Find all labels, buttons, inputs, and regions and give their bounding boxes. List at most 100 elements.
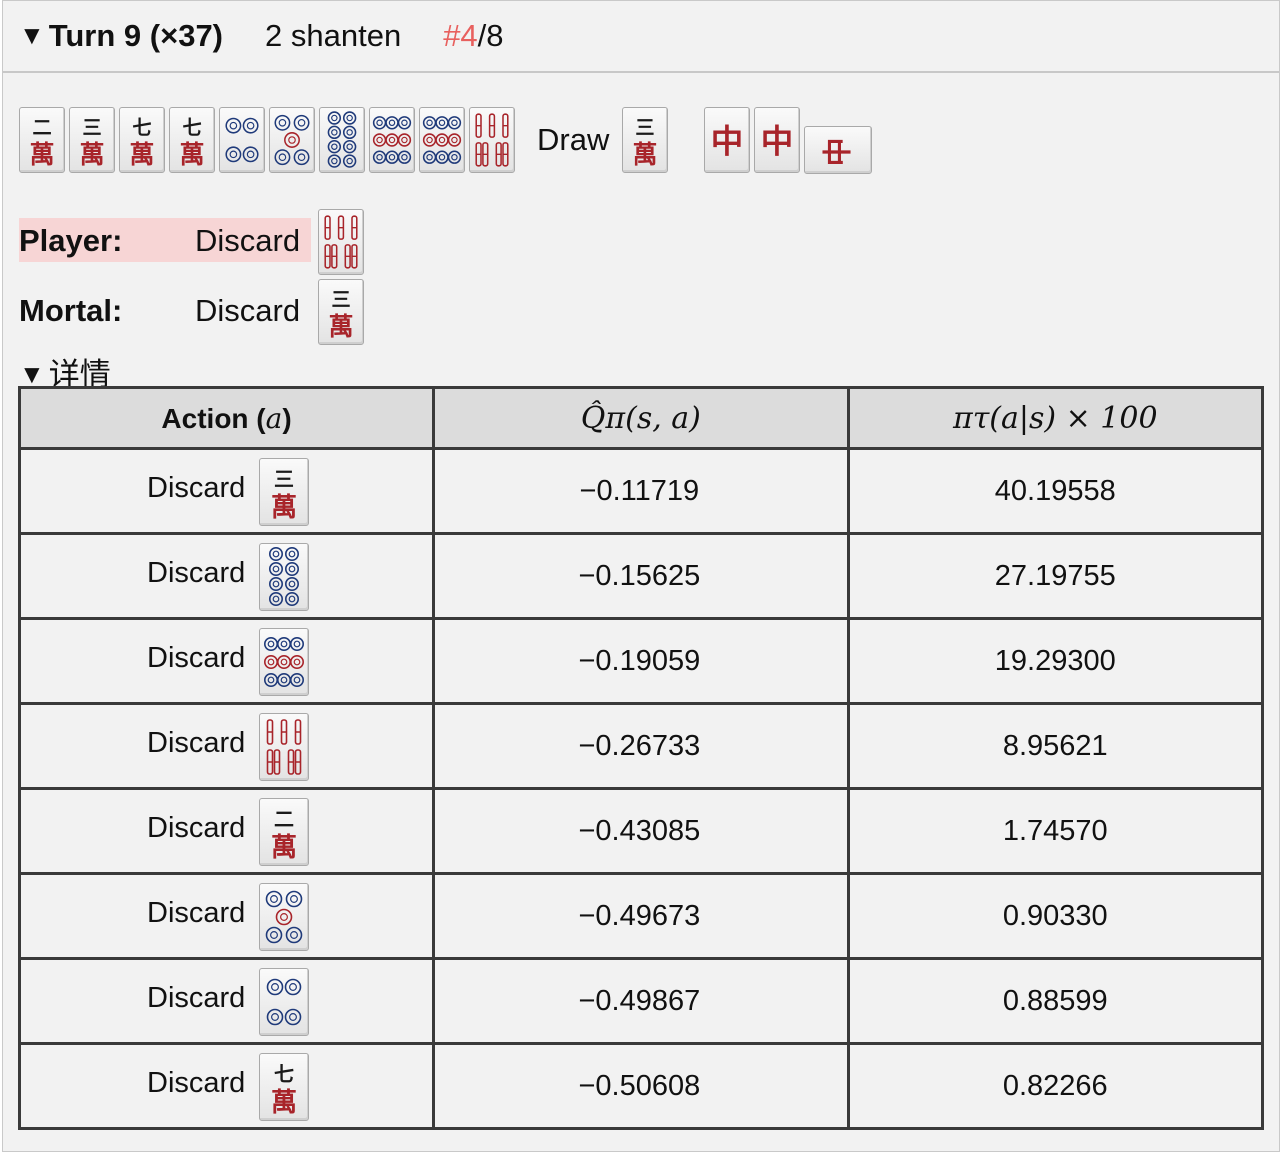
svg-text:中: 中 <box>821 138 855 167</box>
table-row[interactable]: Discard 七 萬 −0.50608 0.82266 <box>17 1042 1265 1130</box>
sou-7-tile-icon <box>469 107 515 173</box>
rank-label: #4/8 <box>443 18 503 54</box>
player-action: Discard <box>195 223 301 258</box>
policy-value-cell: 0.88599 <box>846 957 1265 1045</box>
svg-text:萬: 萬 <box>271 493 297 523</box>
policy-value-cell: 0.82266 <box>846 1042 1265 1130</box>
draw-label: Draw <box>537 122 610 157</box>
action-label: Discard <box>147 727 246 759</box>
svg-text:萬: 萬 <box>130 140 155 169</box>
action-cell: Discard <box>17 872 436 960</box>
man-7-tile-icon: 七 萬 <box>169 107 215 173</box>
action-label: Discard <box>147 472 246 504</box>
policy-value-cell: 40.19558 <box>846 447 1265 535</box>
sou-7-tile-icon <box>259 713 309 781</box>
q-value-cell: −0.19059 <box>432 617 850 705</box>
action-cell: Discard 三 萬 <box>17 447 436 535</box>
table-header-row: Action (a) Q̂π(s, a) πτ(a|s) × 100 <box>17 386 1265 450</box>
svg-text:七: 七 <box>274 1062 294 1086</box>
pin-4-tile-icon <box>219 107 265 173</box>
pin-9-tile-icon <box>369 107 415 173</box>
action-cell: Discard 七 萬 <box>17 1042 436 1130</box>
policy-value-cell: 1.74570 <box>846 787 1265 875</box>
policy-value-cell: 27.19755 <box>846 532 1265 620</box>
action-label: Discard <box>147 982 246 1014</box>
player-label: Player: <box>19 223 123 258</box>
table-row[interactable]: Discard −0.15625 27.19755 <box>17 532 1265 620</box>
red-dragon-tile-icon: 中 <box>804 126 872 174</box>
svg-text:萬: 萬 <box>30 140 55 169</box>
man-7-tile-icon: 七 萬 <box>119 107 165 173</box>
turn-toggle[interactable]: ▼ Turn 9 (×37) <box>19 18 223 54</box>
col-action: Action (a) <box>17 386 436 450</box>
svg-text:萬: 萬 <box>329 312 354 341</box>
expand-triangle-icon: ▼ <box>19 20 45 50</box>
mortal-action: Discard <box>195 293 301 328</box>
man-7-tile-icon: 七 萬 <box>259 1053 309 1121</box>
svg-text:萬: 萬 <box>271 1088 297 1118</box>
man-3-tile-icon: 三 萬 <box>69 107 115 173</box>
pin-4-tile-icon <box>259 968 309 1036</box>
table-row[interactable]: Discard −0.26733 8.95621 <box>17 702 1265 790</box>
svg-text:三: 三 <box>274 467 294 491</box>
action-cell: Discard <box>17 702 436 790</box>
col-q-label: Q̂π(s, a) <box>580 400 701 436</box>
action-label: Discard <box>147 897 246 929</box>
man-2-tile-icon: 二 萬 <box>259 798 309 866</box>
action-label: Discard <box>147 642 246 674</box>
action-cell: Discard <box>17 617 436 705</box>
q-value-cell: −0.43085 <box>432 787 850 875</box>
rank-total: /8 <box>477 18 504 53</box>
svg-text:三: 三 <box>82 116 101 139</box>
q-value-cell: −0.15625 <box>432 532 850 620</box>
pin-9-tile-icon <box>419 107 465 173</box>
turn-label: Turn 9 (×37) <box>48 18 224 53</box>
col-action-label: Action (a) <box>161 401 292 435</box>
svg-text:七: 七 <box>132 116 151 139</box>
policy-value-cell: 19.29300 <box>846 617 1265 705</box>
pin-5-tile-icon <box>259 883 309 951</box>
action-label: Discard <box>147 557 246 589</box>
shanten-label: 2 shanten <box>265 18 402 53</box>
svg-text:萬: 萬 <box>271 833 297 863</box>
svg-text:萬: 萬 <box>80 140 105 169</box>
q-value-cell: −0.50608 <box>432 1042 850 1130</box>
pin-8-tile-icon <box>319 107 365 173</box>
pin-9-tile-icon <box>259 628 309 696</box>
q-value-cell: −0.49867 <box>432 957 850 1045</box>
mortal-label: Mortal: <box>19 293 123 328</box>
col-policy-label: πτ(a|s) × 100 <box>952 400 1158 436</box>
table-row[interactable]: Discard −0.49673 0.90330 <box>17 872 1265 960</box>
man-3-tile-icon: 三 萬 <box>622 107 668 173</box>
svg-text:二: 二 <box>274 807 294 831</box>
turn-header[interactable]: ▼ Turn 9 (×37) 2 shanten #4/8 <box>3 1 1279 73</box>
table-row[interactable]: Discard −0.49867 0.88599 <box>17 957 1265 1045</box>
col-q-value: Q̂π(s, a) <box>432 386 850 450</box>
svg-text:三: 三 <box>635 116 654 139</box>
svg-text:三: 三 <box>331 288 350 311</box>
policy-value-cell: 8.95621 <box>846 702 1265 790</box>
table-row[interactable]: Discard 三 萬 −0.11719 40.19558 <box>17 447 1265 535</box>
man-2-tile-icon: 二 萬 <box>19 107 65 173</box>
col-policy: πτ(a|s) × 100 <box>846 386 1265 450</box>
policy-value-cell: 0.90330 <box>846 872 1265 960</box>
action-cell: Discard 二 萬 <box>17 787 436 875</box>
q-value-cell: −0.49673 <box>432 872 850 960</box>
svg-text:二: 二 <box>32 116 51 139</box>
action-table: Action (a) Q̂π(s, a) πτ(a|s) × 100 Disca… <box>17 386 1265 1130</box>
pin-5-tile-icon <box>269 107 315 173</box>
red-dragon-tile-icon: 中 <box>754 107 800 173</box>
q-value-cell: −0.11719 <box>432 447 850 535</box>
action-cell: Discard <box>17 532 436 620</box>
table-row[interactable]: Discard 二 萬 −0.43085 1.74570 <box>17 787 1265 875</box>
svg-text:萬: 萬 <box>180 140 205 169</box>
svg-text:中: 中 <box>711 121 744 160</box>
sou-7-tile-icon <box>318 209 364 275</box>
action-cell: Discard <box>17 957 436 1045</box>
man-3-tile-icon: 三 萬 <box>259 458 309 526</box>
svg-text:七: 七 <box>182 116 201 139</box>
rank-highlight: #4 <box>443 18 478 53</box>
table-row[interactable]: Discard −0.19059 19.29300 <box>17 617 1265 705</box>
man-3-tile-icon: 三 萬 <box>318 279 364 345</box>
red-dragon-tile-icon: 中 <box>704 107 750 173</box>
